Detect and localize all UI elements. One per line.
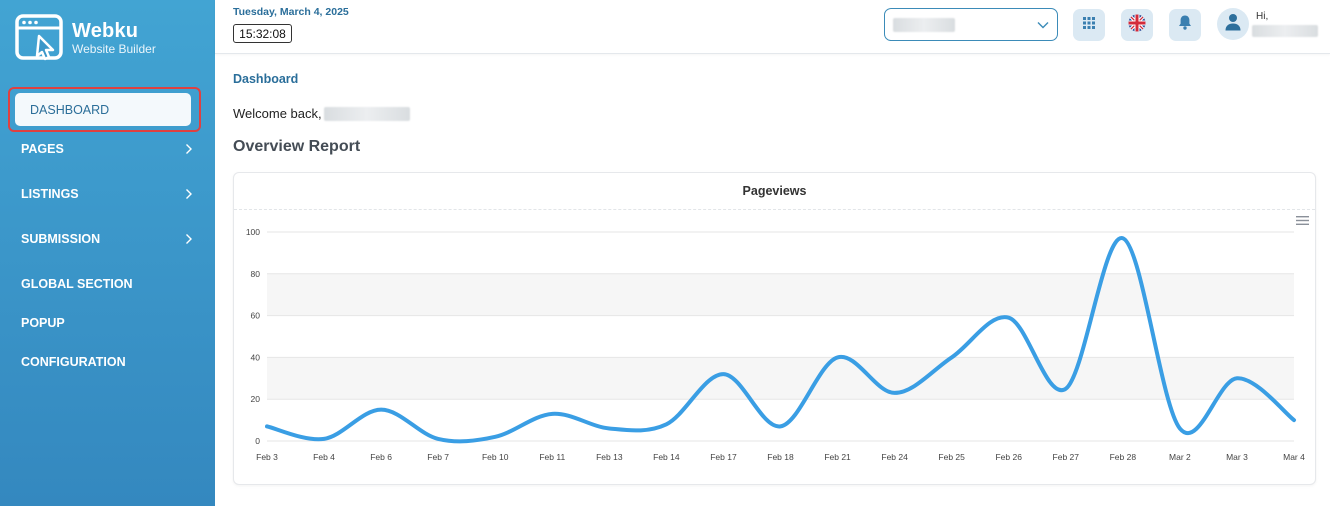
chevron-right-icon <box>182 232 196 246</box>
top-header <box>215 0 1330 54</box>
page-title: Overview Report <box>233 138 361 155</box>
sidebar: Webku Website Builder DASHBOARD PAGES LI… <box>0 0 215 506</box>
uk-flag-icon <box>1128 14 1146 37</box>
notifications-button[interactable] <box>1169 9 1201 41</box>
user-avatar[interactable] <box>1217 8 1249 40</box>
sidebar-item-label: GLOBAL SECTION <box>21 277 133 291</box>
welcome-username-redacted <box>323 106 410 121</box>
sidebar-item-global-section[interactable]: GLOBAL SECTION <box>21 274 196 294</box>
chevron-right-icon <box>182 142 196 156</box>
logo-title: Webku <box>72 20 139 42</box>
sidebar-item-label: LISTINGS <box>21 187 79 201</box>
sidebar-item-submission[interactable]: SUBMISSION <box>21 229 196 249</box>
y-tick-label: 40 <box>251 352 261 362</box>
x-tick-label: Feb 27 <box>1053 452 1080 462</box>
x-tick-label: Feb 3 <box>256 452 278 462</box>
x-tick-label: Mar 3 <box>1226 452 1248 462</box>
y-tick-label: 20 <box>251 394 261 404</box>
sidebar-item-label: SUBMISSION <box>21 232 101 246</box>
sidebar-item-label: CONFIGURATION <box>21 355 126 369</box>
sidebar-item-label: PAGES <box>21 142 64 156</box>
logo-icon <box>15 14 63 62</box>
selected-site-redacted <box>893 17 955 32</box>
apps-grid-button[interactable] <box>1073 9 1105 41</box>
x-tick-label: Feb 14 <box>653 452 680 462</box>
x-tick-label: Feb 18 <box>767 452 794 462</box>
language-button[interactable] <box>1121 9 1153 41</box>
plot-band <box>267 357 1294 400</box>
x-tick-label: Feb 10 <box>482 452 509 462</box>
x-tick-label: Feb 6 <box>370 452 392 462</box>
sidebar-item-pages[interactable]: PAGES <box>21 139 196 159</box>
x-tick-label: Feb 11 <box>539 452 565 462</box>
y-tick-label: 60 <box>251 311 261 321</box>
x-tick-label: Feb 17 <box>710 452 737 462</box>
welcome-text: Welcome back, <box>233 106 322 121</box>
x-tick-label: Feb 13 <box>596 452 623 462</box>
apps-grid-icon <box>1083 16 1095 34</box>
x-tick-label: Mar 4 <box>1283 452 1305 462</box>
greeting-text: Hi, <box>1256 11 1269 22</box>
sidebar-item-label: POPUP <box>21 316 65 330</box>
x-tick-label: Feb 28 <box>1110 452 1137 462</box>
y-tick-label: 100 <box>246 227 260 237</box>
chevron-right-icon <box>182 187 196 201</box>
logo[interactable]: Webku Website Builder <box>15 14 156 62</box>
plot-band <box>267 232 1294 274</box>
sidebar-item-popup[interactable]: POPUP <box>21 313 196 333</box>
logo-subtitle: Website Builder <box>72 42 156 56</box>
plot-band <box>267 315 1294 358</box>
welcome-message: Welcome back, <box>233 106 410 121</box>
username-redacted <box>1252 25 1318 37</box>
current-date: Tuesday, March 4, 2025 <box>233 6 349 18</box>
x-tick-label: Feb 24 <box>881 452 908 462</box>
y-tick-label: 0 <box>255 436 260 446</box>
sidebar-item-listings[interactable]: LISTINGS <box>21 184 196 204</box>
x-tick-label: Feb 26 <box>995 452 1022 462</box>
chevron-down-icon <box>1037 16 1049 34</box>
bell-icon <box>1178 15 1192 35</box>
user-avatar-icon <box>1225 13 1241 36</box>
y-tick-label: 80 <box>251 269 261 279</box>
x-tick-label: Feb 21 <box>824 452 851 462</box>
site-selector-dropdown[interactable] <box>884 8 1058 41</box>
x-tick-label: Mar 2 <box>1169 452 1191 462</box>
chart-title: Pageviews <box>234 173 1315 210</box>
sidebar-item-dashboard[interactable]: DASHBOARD <box>15 93 191 126</box>
sidebar-item-label: DASHBOARD <box>30 102 110 117</box>
pageviews-line-chart: 0 20 40 60 80 100 Feb 3 Feb 4 Feb 6 Feb 7 Feb 10 Fe… <box>246 227 1305 462</box>
plot-band <box>267 399 1294 441</box>
x-tick-label: Feb 4 <box>313 452 335 462</box>
breadcrumb[interactable]: Dashboard <box>233 72 298 86</box>
x-tick-label: Feb 25 <box>938 452 965 462</box>
current-time: 15:32:08 <box>233 24 292 43</box>
x-tick-label: Feb 7 <box>427 452 449 462</box>
sidebar-item-configuration[interactable]: CONFIGURATION <box>21 352 196 372</box>
